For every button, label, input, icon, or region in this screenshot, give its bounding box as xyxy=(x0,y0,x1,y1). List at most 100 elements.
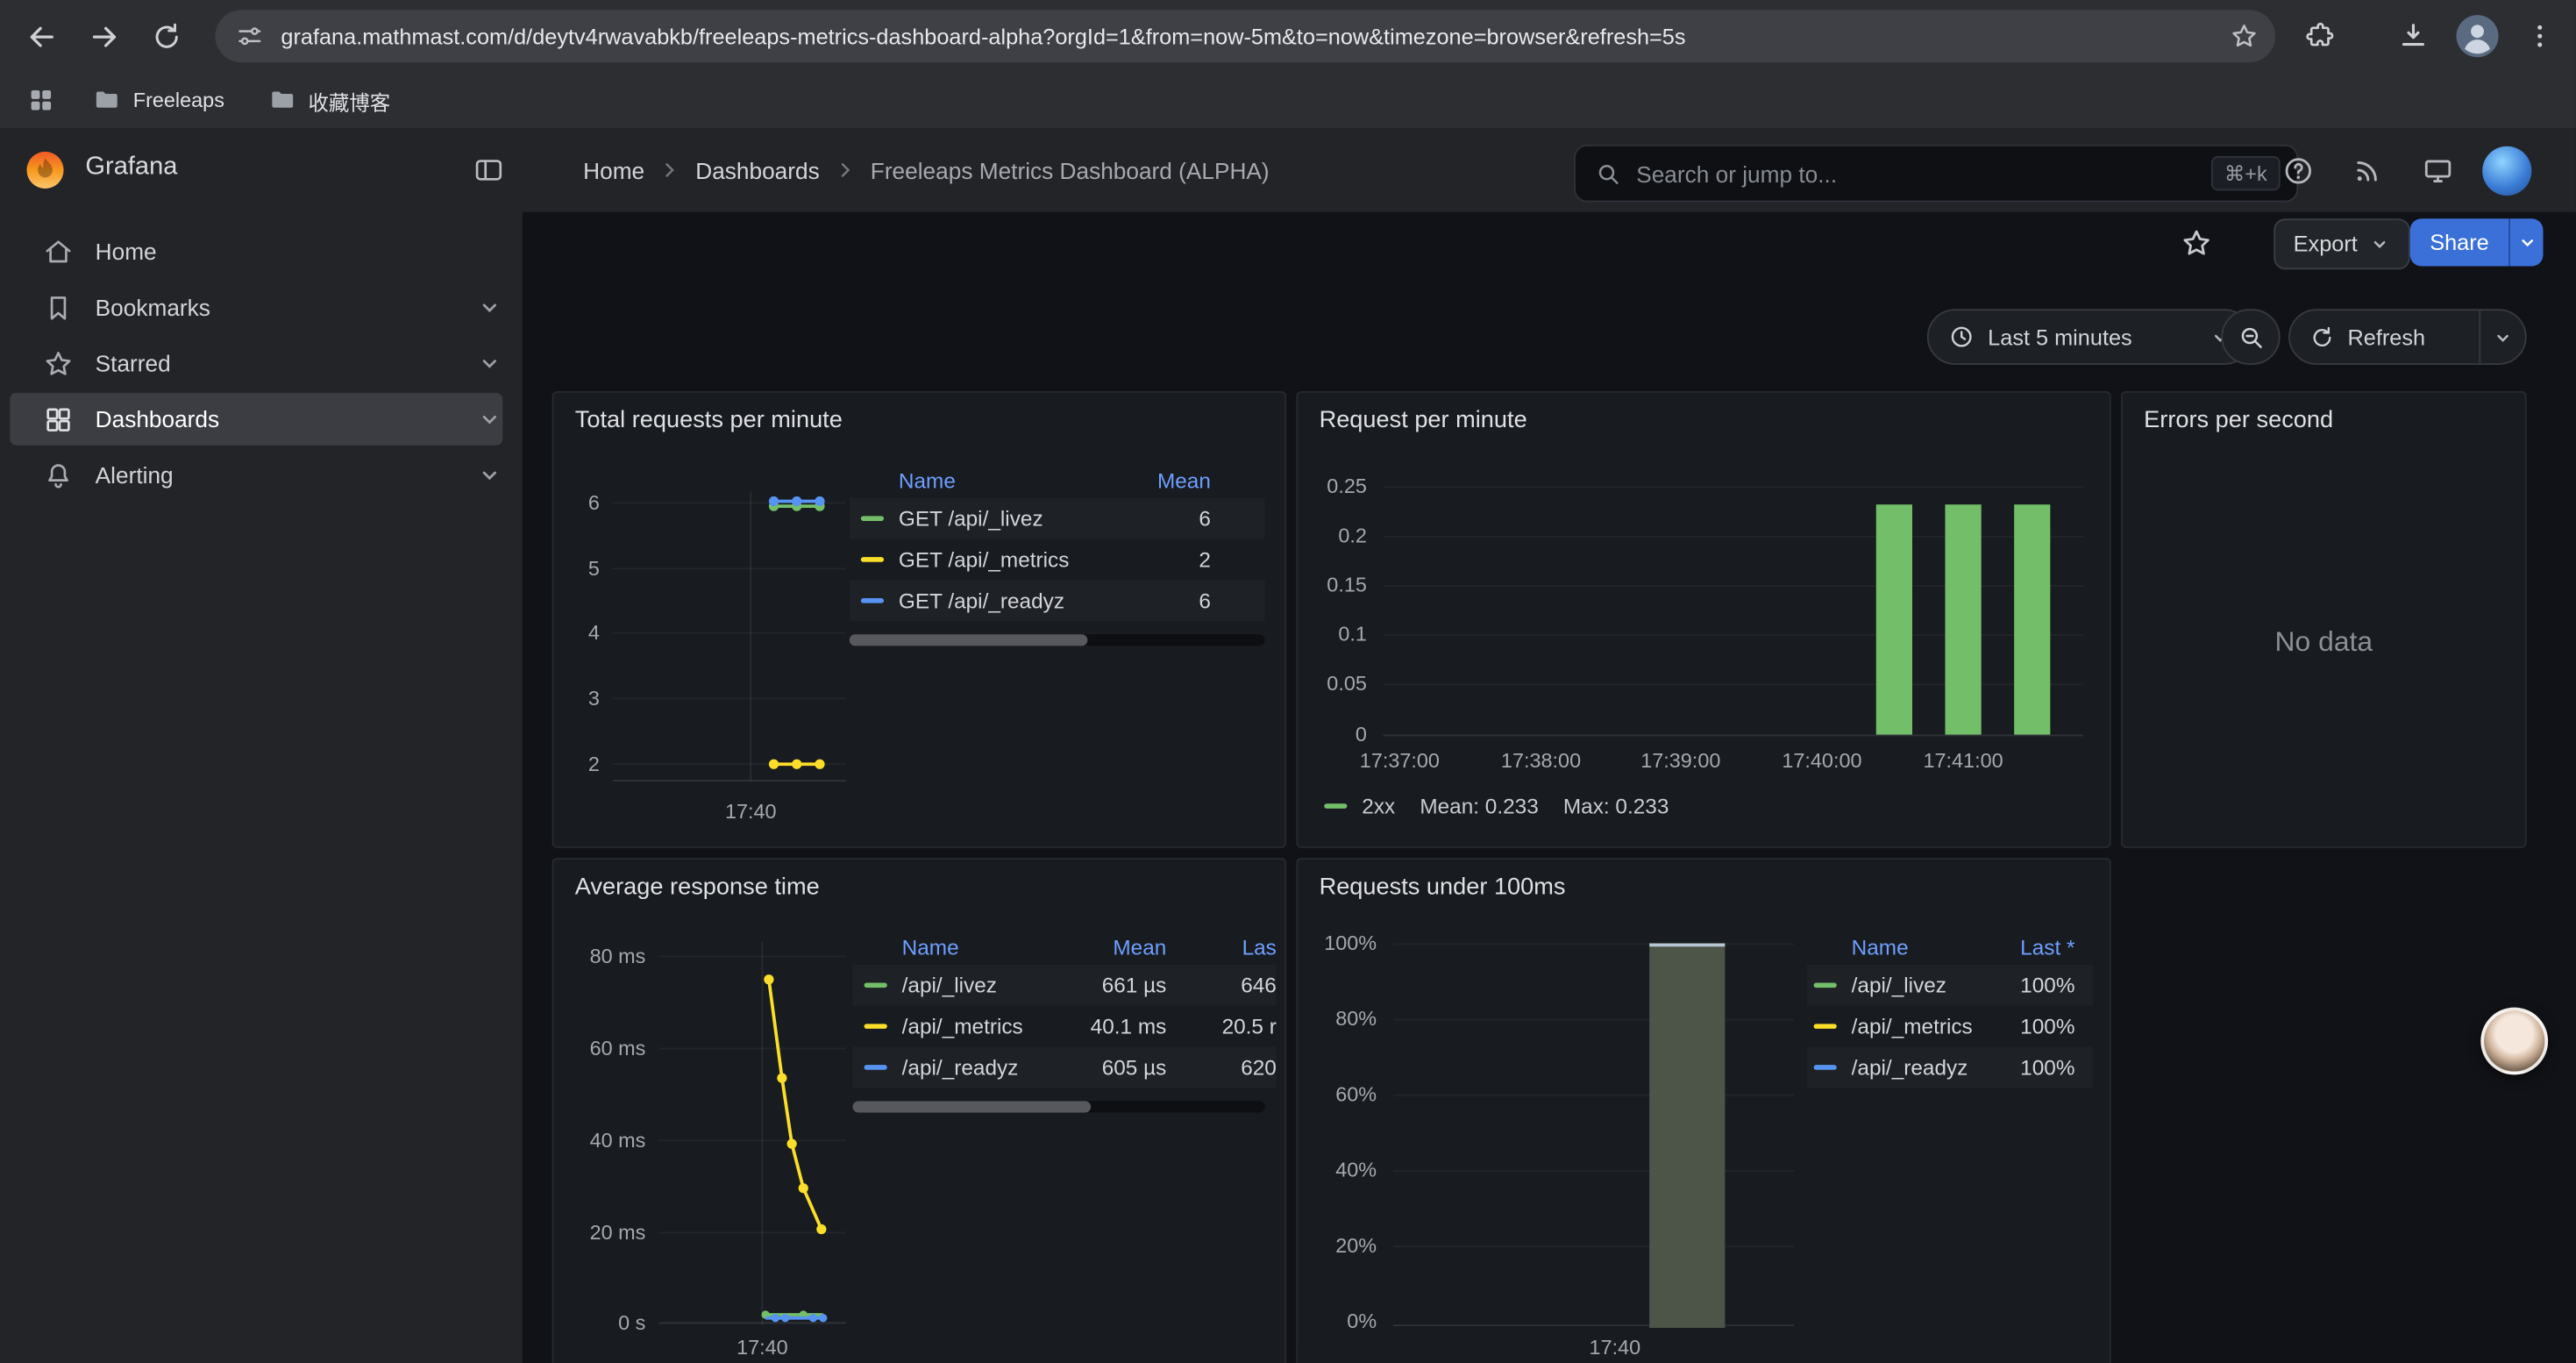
address-bar[interactable] xyxy=(215,10,2275,62)
browser-back-button[interactable] xyxy=(17,11,66,61)
series-color-green xyxy=(865,982,887,988)
series-mean: 605 µs xyxy=(1071,1055,1167,1080)
sidebar-alerting-expand[interactable] xyxy=(476,462,502,489)
chevron-down-icon xyxy=(2492,326,2513,347)
series-last: 100% xyxy=(1976,1014,2074,1038)
favorite-dashboard-button[interactable] xyxy=(2180,227,2212,260)
series-last: 620 xyxy=(1166,1055,1277,1080)
series-mean: 661 µs xyxy=(1071,973,1167,997)
help-button[interactable] xyxy=(2282,154,2315,187)
search-placeholder: Search or jump to... xyxy=(1636,161,2196,187)
legend-header-mean[interactable]: Mean xyxy=(1071,934,1167,959)
sidebar-item-home[interactable]: Home xyxy=(10,225,502,278)
scrollbar-thumb[interactable] xyxy=(852,1101,1091,1112)
browser-reload-button[interactable] xyxy=(141,11,190,61)
downloads-button[interactable] xyxy=(2388,11,2437,61)
series-name[interactable]: /api/_metrics xyxy=(1852,1014,1976,1038)
site-info-icon[interactable] xyxy=(235,21,265,51)
chevron-down-icon xyxy=(476,294,502,320)
series-name[interactable]: /api/_readyz xyxy=(902,1055,1071,1080)
display-button[interactable] xyxy=(2422,154,2454,187)
sidebar-item-bookmarks[interactable]: Bookmarks xyxy=(10,281,502,333)
url-input[interactable] xyxy=(281,10,2195,62)
series-mean: 40.1 ms xyxy=(1071,1014,1167,1038)
series-color-green xyxy=(861,516,884,521)
browser-forward-button[interactable] xyxy=(79,11,128,61)
sidebar-starred-expand[interactable] xyxy=(476,350,502,376)
legend-scrollbar[interactable] xyxy=(852,1101,1264,1112)
breadcrumb-home[interactable]: Home xyxy=(583,157,644,183)
share-button[interactable]: Share xyxy=(2410,218,2544,266)
sidebar-item-dashboards[interactable]: Dashboards xyxy=(10,393,502,446)
share-menu-button[interactable] xyxy=(2508,218,2543,266)
legend-row: /api/_livez 661 µs 646 xyxy=(852,965,1276,1006)
export-button[interactable]: Export xyxy=(2274,218,2410,269)
browser-profile-button[interactable] xyxy=(2454,13,2500,59)
sidebar-bookmarks-expand[interactable] xyxy=(476,294,502,320)
series-mean: 2 xyxy=(1112,547,1210,572)
help-circle-icon xyxy=(2282,154,2315,187)
legend-header-name[interactable]: Name xyxy=(902,934,1071,959)
chevron-down-icon xyxy=(476,350,502,376)
sidebar-item-starred[interactable]: Starred xyxy=(10,337,502,389)
series-name[interactable]: /api/_metrics xyxy=(902,1014,1071,1038)
series-name[interactable]: GET /api/_metrics xyxy=(899,547,1113,572)
news-button[interactable] xyxy=(2351,154,2383,187)
legend-scrollbar[interactable] xyxy=(850,634,1265,646)
panel-title[interactable]: Request per minute xyxy=(1320,408,1527,434)
sidebar-item-label: Starred xyxy=(96,350,171,376)
refresh-interval-button[interactable] xyxy=(2479,310,2524,363)
y-tick-label: 40% xyxy=(1298,1159,1377,1181)
search-bar[interactable]: Search or jump to... ⌘+k xyxy=(1574,145,2298,203)
series-name[interactable]: /api/_livez xyxy=(902,973,1071,997)
series-color-yellow xyxy=(865,1024,887,1029)
apps-grid-button[interactable] xyxy=(19,85,62,115)
breadcrumb-dashboards[interactable]: Dashboards xyxy=(695,157,819,183)
legend-header: Name Mean Las xyxy=(852,929,1276,965)
y-tick-label: 0.2 xyxy=(1298,525,1367,547)
browser-menu-button[interactable] xyxy=(2516,11,2565,61)
breadcrumb: Home Dashboards Freeleaps Metrics Dashbo… xyxy=(583,128,1270,212)
zoom-out-button[interactable] xyxy=(2221,309,2280,365)
panel-requests-under-100ms: Requests under 100ms 100% 80% 60% 40% 20… xyxy=(1296,858,2110,1363)
legend-header-mean[interactable]: Mean xyxy=(1112,467,1210,492)
search-icon xyxy=(1595,161,1621,187)
y-tick-label: 4 xyxy=(553,621,599,644)
sidebar-item-label: Alerting xyxy=(96,462,174,489)
panel-title[interactable]: Average response time xyxy=(575,874,820,901)
bookmark-folder-freeleaps[interactable]: Freeleaps xyxy=(79,81,238,120)
legend-header: Name Mean xyxy=(850,462,1265,498)
time-range-picker[interactable]: Last 5 minutes xyxy=(1927,309,2252,365)
legend-header-name[interactable]: Name xyxy=(1852,934,1976,959)
floating-assistant-avatar[interactable] xyxy=(2480,1008,2548,1075)
panel-errors-per-second: Errors per second No data xyxy=(2121,391,2527,848)
x-axis-line xyxy=(1384,735,2083,737)
sidebar: Home Bookmarks Starred Dashboards Alerti… xyxy=(0,212,523,1363)
series-name[interactable]: /api/_livez xyxy=(1852,973,1976,997)
bookmark-star-icon[interactable] xyxy=(2230,21,2259,51)
series-name[interactable]: /api/_readyz xyxy=(1852,1055,1976,1080)
grafana-logo[interactable] xyxy=(23,148,68,193)
legend-header-last[interactable]: Last * xyxy=(1976,934,2074,959)
scrollbar-thumb[interactable] xyxy=(850,634,1088,646)
refresh-button[interactable]: Refresh xyxy=(2290,325,2479,349)
panel-title[interactable]: Total requests per minute xyxy=(575,408,843,434)
panel-avg-response-time: Average response time 80 ms 60 ms 40 ms … xyxy=(552,858,1287,1363)
series-name[interactable]: GET /api/_livez xyxy=(899,506,1113,531)
sidebar-dashboards-expand[interactable] xyxy=(476,406,502,432)
series-name[interactable]: GET /api/_readyz xyxy=(899,589,1113,613)
gridline xyxy=(1393,1245,1794,1247)
panel-title[interactable]: Errors per second xyxy=(2144,408,2333,434)
user-avatar[interactable] xyxy=(2482,146,2531,196)
legend-header-name[interactable]: Name xyxy=(899,467,1113,492)
legend-header-last[interactable]: Las xyxy=(1166,934,1277,959)
bookmark-folder-blogs[interactable]: 收藏博客 xyxy=(254,80,404,121)
panel-title[interactable]: Requests under 100ms xyxy=(1320,874,1566,901)
sidebar-item-alerting[interactable]: Alerting xyxy=(10,449,502,502)
clock-icon xyxy=(1948,324,1975,350)
extensions-button[interactable] xyxy=(2295,11,2345,61)
screen: Freeleaps 收藏博客 Grafana Home Dashboards F… xyxy=(0,0,2576,1363)
series-name[interactable]: 2xx xyxy=(1362,794,1395,818)
series-color-blue xyxy=(865,1065,887,1070)
sidebar-collapse-button[interactable] xyxy=(473,154,505,186)
